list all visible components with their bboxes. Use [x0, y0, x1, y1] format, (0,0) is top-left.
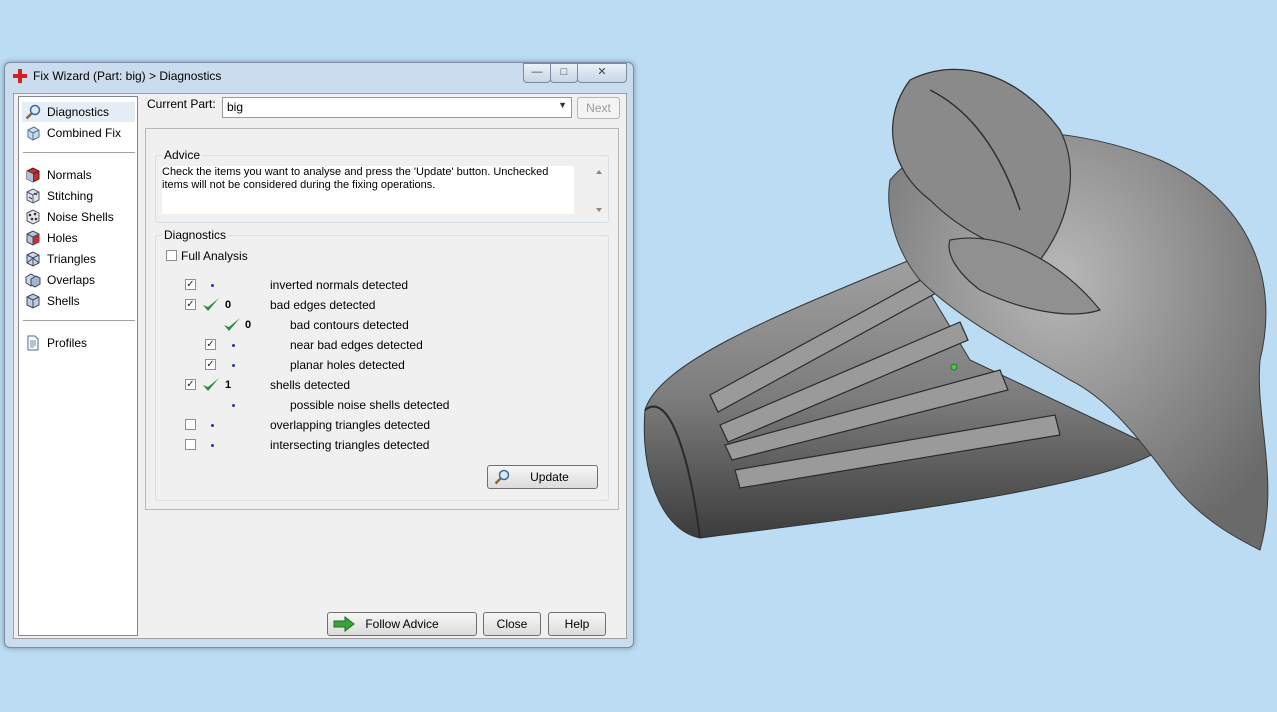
sidebar-divider: [23, 320, 135, 321]
bad-edges-count: 0: [225, 299, 232, 311]
magnifier-icon: [25, 104, 41, 120]
sidebar-item-label: Normals: [47, 168, 92, 182]
sidebar-item-label: Diagnostics: [47, 105, 110, 119]
sidebar-item-overlaps[interactable]: Overlaps: [25, 270, 95, 290]
close-window-button[interactable]: ✕: [577, 63, 627, 83]
planar-holes-checkbox[interactable]: ✓: [205, 359, 216, 370]
chevron-down-icon: ▼: [558, 100, 567, 110]
follow-advice-label: Follow Advice: [365, 617, 439, 631]
row-label-inverted-normals: inverted normals detected: [270, 278, 409, 292]
magnifier-icon: [494, 469, 510, 485]
full-analysis-label: Full Analysis: [181, 249, 248, 263]
sidebar-item-label: Overlaps: [47, 273, 96, 287]
inverted-normals-checkbox[interactable]: ✓: [185, 279, 196, 290]
sidebar-item-label: Stitching: [47, 189, 94, 203]
status-dot: [232, 404, 235, 407]
pivot-point-icon: [950, 363, 958, 371]
fix-wizard-window: Fix Wizard (Part: big) > Diagnostics — □…: [4, 62, 634, 648]
advice-group: Advice Check the items you want to analy…: [155, 148, 609, 223]
close-button[interactable]: Close: [483, 612, 541, 636]
sidebar-item-label: Triangles: [47, 252, 96, 266]
sidebar-item-stitching[interactable]: Stitching: [25, 186, 93, 206]
row-label-planar-holes: planar holes detected: [290, 358, 405, 372]
cube-icon: [27, 126, 40, 141]
title-bar[interactable]: Fix Wizard (Part: big) > Diagnostics — □…: [5, 63, 633, 89]
row-label-near-bad-edges: near bad edges detected: [290, 338, 423, 352]
status-dot: [232, 364, 235, 367]
normals-icon: [26, 167, 40, 183]
advice-group-title: Advice: [162, 148, 203, 162]
row-label-intersecting-triangles: intersecting triangles detected: [270, 438, 430, 452]
shells-count: 1: [225, 379, 232, 391]
diagnostics-group: Diagnostics Full Analysis ✓ inverted nor…: [155, 228, 609, 501]
stitching-icon: [26, 188, 40, 204]
near-bad-edges-checkbox[interactable]: ✓: [205, 339, 216, 350]
bad-contours-count: 0: [245, 319, 252, 331]
sidebar-item-combined-fix[interactable]: Combined Fix: [25, 123, 121, 143]
green-check-icon: [203, 378, 219, 391]
overlaps-icon: [25, 273, 41, 288]
update-label: Update: [530, 470, 569, 484]
update-button[interactable]: Update: [487, 465, 598, 489]
sidebar-item-label: Profiles: [47, 336, 88, 350]
sidebar-item-label: Holes: [47, 231, 78, 245]
green-arrow-icon: [333, 616, 355, 632]
holes-icon: [26, 230, 40, 246]
next-button[interactable]: Next: [577, 97, 620, 119]
overlapping-triangles-checkbox[interactable]: [185, 419, 196, 430]
shells-icon: [26, 293, 40, 309]
sidebar-item-holes[interactable]: Holes: [25, 228, 78, 248]
row-label-bad-contours: bad contours detected: [290, 318, 409, 332]
sidebar-item-diagnostics[interactable]: Diagnostics: [22, 102, 135, 122]
full-analysis-checkbox[interactable]: [166, 250, 177, 261]
document-icon: [27, 335, 39, 351]
sidebar-item-noise-shells[interactable]: Noise Shells: [25, 207, 114, 227]
follow-advice-button[interactable]: Follow Advice: [327, 612, 477, 636]
advice-text: Check the items you want to analyse and …: [162, 166, 574, 214]
sidebar-divider: [23, 152, 135, 153]
current-part-select[interactable]: big ▼: [222, 97, 572, 118]
sidebar-item-profiles[interactable]: Profiles: [25, 333, 87, 353]
ring-3d-model[interactable]: [640, 60, 1270, 560]
shells-checkbox[interactable]: ✓: [185, 379, 196, 390]
green-check-icon: [224, 318, 240, 331]
wizard-sidebar: Diagnostics Combined Fix Normals Stitchi…: [18, 96, 138, 636]
maximize-button[interactable]: □: [550, 63, 578, 83]
advice-scrollbar[interactable]: [591, 164, 607, 216]
intersecting-triangles-checkbox[interactable]: [185, 439, 196, 450]
status-dot: [211, 284, 214, 287]
red-cross-icon: [13, 69, 27, 83]
row-label-overlapping-triangles: overlapping triangles detected: [270, 418, 431, 432]
window-title: Fix Wizard (Part: big) > Diagnostics: [33, 69, 222, 83]
status-dot: [232, 344, 235, 347]
status-dot: [211, 444, 214, 447]
current-part-value: big: [227, 100, 244, 114]
wizard-client-area: Diagnostics Combined Fix Normals Stitchi…: [13, 93, 627, 639]
sidebar-item-shells[interactable]: Shells: [25, 291, 80, 311]
status-dot: [211, 424, 214, 427]
diagnostics-panel: Advice Check the items you want to analy…: [145, 128, 619, 510]
sidebar-item-label: Shells: [47, 294, 80, 308]
green-check-icon: [203, 298, 219, 311]
sidebar-item-label: Combined Fix: [47, 126, 122, 140]
row-label-noise-shells: possible noise shells detected: [290, 398, 450, 412]
noise-shells-icon: [26, 209, 40, 225]
row-label-bad-edges: bad edges detected: [270, 298, 376, 312]
help-button[interactable]: Help: [548, 612, 606, 636]
sidebar-item-label: Noise Shells: [47, 210, 114, 224]
current-part-label: Current Part:: [147, 97, 216, 111]
row-label-shells: shells detected: [270, 378, 351, 392]
sidebar-item-triangles[interactable]: Triangles: [25, 249, 96, 269]
sidebar-item-normals[interactable]: Normals: [25, 165, 92, 185]
triangles-icon: [26, 251, 40, 267]
bad-edges-checkbox[interactable]: ✓: [185, 299, 196, 310]
minimize-button[interactable]: —: [523, 63, 551, 83]
diagnostics-group-title: Diagnostics: [162, 228, 229, 242]
